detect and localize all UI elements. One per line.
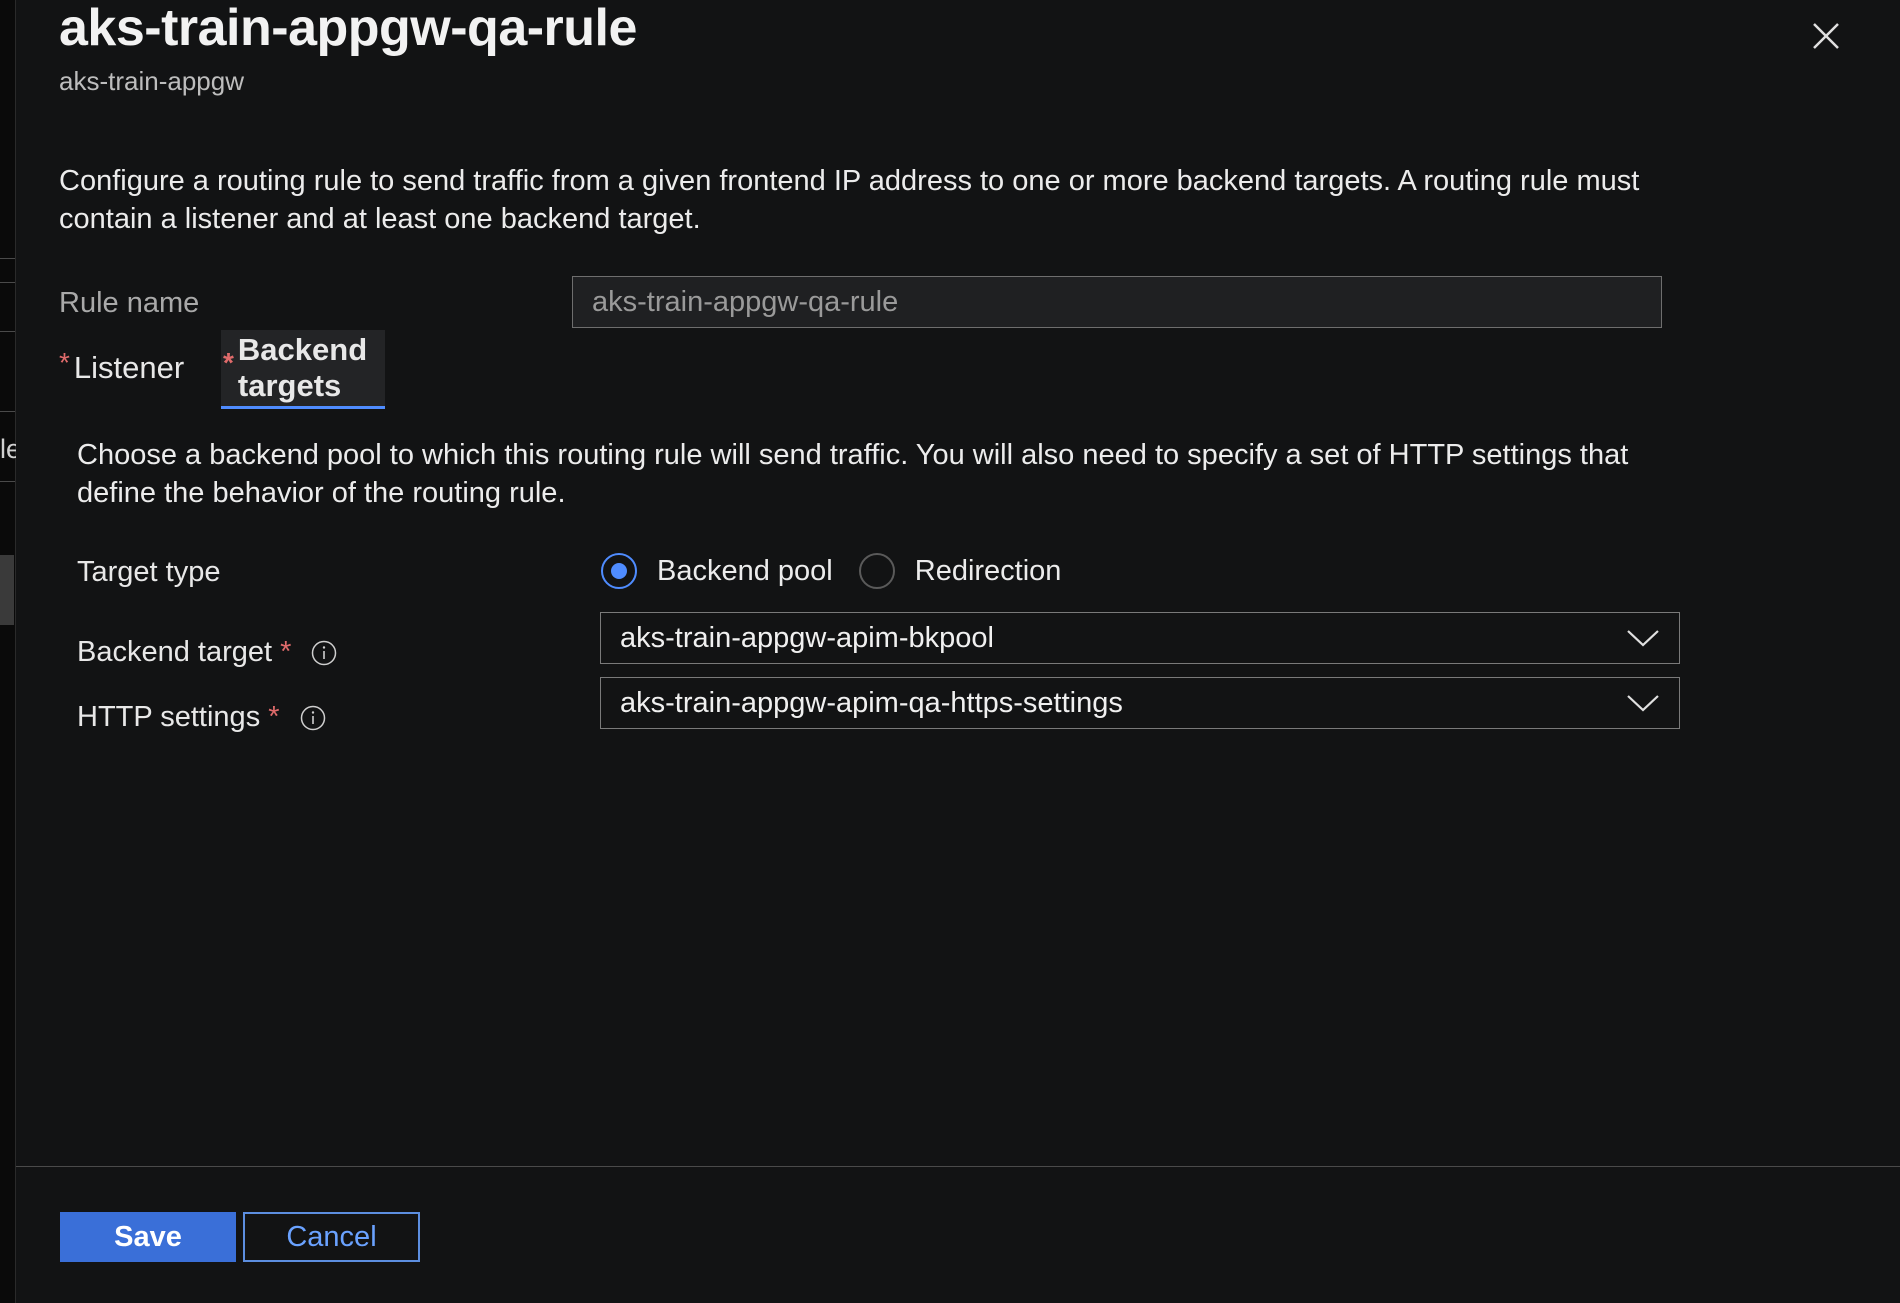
radio-backend-pool[interactable]: Backend pool (601, 553, 833, 589)
divider (0, 411, 15, 412)
radio-label: Redirection (914, 554, 1062, 587)
close-icon (1813, 23, 1839, 49)
rule-name-input[interactable] (572, 276, 1662, 328)
save-button[interactable]: Save (60, 1212, 236, 1262)
tab-label: Backend targets (237, 332, 368, 403)
target-type-radio-group: Backend pool Redirection (601, 553, 1087, 589)
rule-name-label: Rule name (59, 287, 200, 319)
edit-rule-panel: aks-train-appgw-qa-rule aks-train-appgw … (16, 0, 1900, 1303)
field-label-text: HTTP settings (77, 701, 261, 733)
page-subtitle: aks-train-appgw (59, 66, 244, 96)
backend-target-label: Backend target * (77, 636, 337, 669)
field-label-text: Target type (77, 556, 221, 588)
required-marker: * (223, 347, 234, 378)
field-label-text: Backend target (77, 636, 273, 668)
required-marker: * (268, 701, 280, 733)
panel-description: Configure a routing rule to send traffic… (59, 165, 1640, 235)
dropdown-value: aks-train-appgw-apim-qa-https-settings (620, 686, 1123, 719)
http-settings-dropdown[interactable]: aks-train-appgw-apim-qa-https-settings (600, 677, 1680, 729)
tab-backend-targets[interactable]: * Backend targets (221, 330, 386, 409)
tab-listener[interactable]: * Listener (59, 330, 184, 406)
chevron-down-icon (1627, 695, 1659, 712)
backend-section-description: Choose a backend pool to which this rout… (77, 439, 1629, 509)
divider (0, 282, 15, 283)
dropdown-value: aks-train-appgw-apim-bkpool (620, 621, 994, 654)
divider (0, 258, 15, 259)
footer-divider (16, 1166, 1900, 1167)
info-icon[interactable] (300, 705, 326, 731)
close-button[interactable] (1800, 10, 1852, 62)
tab-label: Listener (73, 350, 185, 385)
required-marker: * (59, 347, 70, 378)
http-settings-label: HTTP settings * (77, 701, 326, 734)
divider (0, 481, 15, 482)
radio-button-checked[interactable] (601, 553, 637, 589)
page-title: aks-train-appgw-qa-rule (59, 0, 637, 57)
radio-label: Backend pool (657, 554, 833, 587)
required-marker: * (280, 636, 292, 668)
background-page-strip: le (0, 0, 21, 1303)
radio-button[interactable] (858, 553, 895, 589)
radio-redirection[interactable]: Redirection (858, 553, 1062, 589)
divider (0, 331, 15, 332)
info-icon[interactable] (311, 640, 337, 666)
target-type-label: Target type (77, 556, 220, 589)
cancel-button[interactable]: Cancel (243, 1212, 420, 1262)
backend-target-dropdown[interactable]: aks-train-appgw-apim-bkpool (600, 612, 1680, 664)
chevron-down-icon (1627, 630, 1659, 647)
background-block (0, 555, 14, 625)
